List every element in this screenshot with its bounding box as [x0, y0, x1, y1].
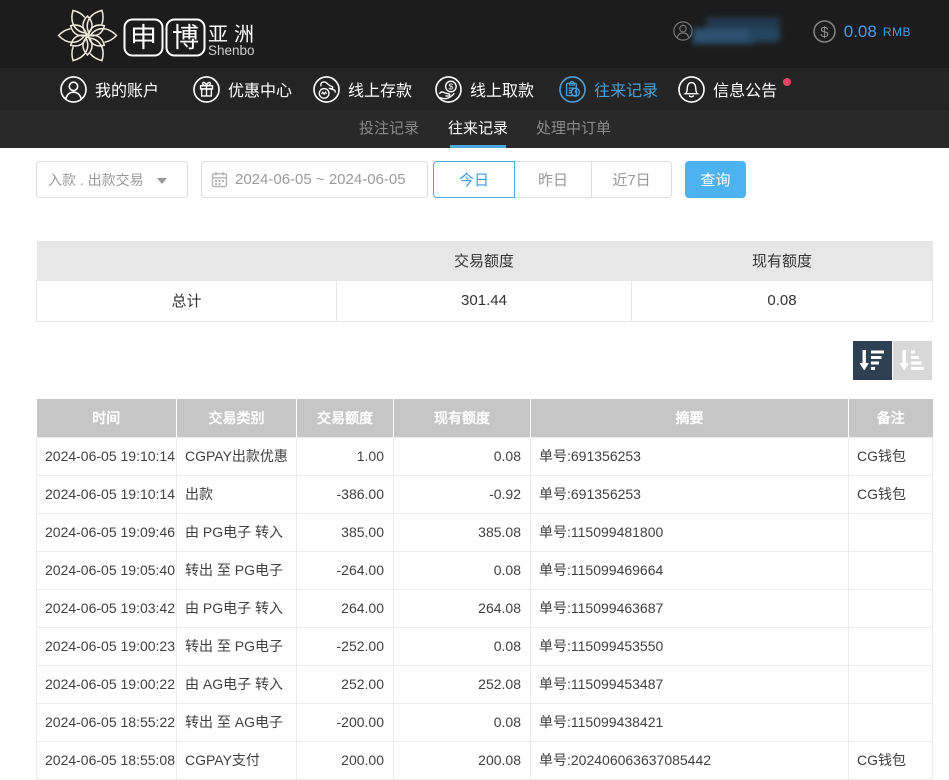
- svg-text:博: 博: [172, 23, 199, 53]
- svg-text:$: $: [820, 24, 829, 41]
- svg-text:Shenbo: Shenbo: [208, 43, 255, 58]
- svg-text:$: $: [449, 81, 454, 91]
- svg-text:申: 申: [130, 23, 157, 53]
